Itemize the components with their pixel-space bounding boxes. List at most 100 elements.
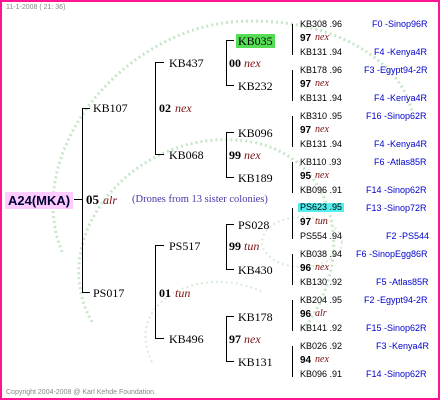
gen4-year: 97 <box>300 33 312 44</box>
connector <box>226 224 227 270</box>
gen4-top-highlighted[interactable]: PS623 .95 <box>298 203 345 212</box>
gen4-bottom[interactable]: KB131 .94 <box>300 140 342 149</box>
gen4-top[interactable]: KB026 .92 <box>300 342 342 351</box>
connector <box>155 62 164 63</box>
gen4-top[interactable]: KB110 .93 <box>300 158 341 167</box>
dam-origin: tun <box>175 286 191 300</box>
connector <box>226 177 234 178</box>
gen4-source: F4 -Kenya4R <box>374 139 428 149</box>
gen4-top[interactable]: KB308 .96 <box>300 20 342 29</box>
connector <box>226 85 234 86</box>
gen2-origin: nex <box>244 332 261 346</box>
gen4-origin: alr <box>315 308 327 319</box>
connector <box>74 199 82 200</box>
gen4-source: F13 -Sinop72R <box>366 203 427 213</box>
gen4-origin: nex <box>315 124 329 135</box>
connector <box>155 245 156 339</box>
gen4-origin: nex <box>315 32 329 43</box>
connector <box>155 245 164 246</box>
gen4-top[interactable]: KB038 .94 <box>300 250 342 259</box>
gen2-year: 99 <box>229 148 241 162</box>
connector <box>292 208 293 239</box>
connector <box>226 269 234 270</box>
gen4-year: 95 <box>300 171 312 182</box>
pedigree-frame: 11-1-2008 ( 21: 36) Copyright 2004-2008 … <box>2 2 438 398</box>
connector <box>226 224 234 225</box>
gen2-year: 99 <box>229 239 241 253</box>
gen2-year: 00 <box>229 56 241 70</box>
gen3-node[interactable]: KB131 <box>238 356 273 368</box>
gen4-source: F4 -Kenya4R <box>374 93 428 103</box>
gen4-bottom[interactable]: KB096 .91 <box>300 186 342 195</box>
gen4-source: F2 -Egypt94-2R <box>364 295 428 305</box>
connector <box>226 132 227 178</box>
gen4-origin: nex <box>315 262 329 273</box>
root-origin: alr <box>103 193 118 207</box>
gen3-node-highlighted[interactable]: KB035 <box>236 34 275 48</box>
gen4-year: 97 <box>300 217 312 228</box>
gen3-node[interactable]: KB189 <box>238 172 273 184</box>
sire-node[interactable]: KB107 <box>93 102 128 114</box>
gen4-bottom[interactable]: PS554 .94 <box>300 232 342 241</box>
gen4-top[interactable]: KB310 .95 <box>300 112 342 121</box>
gen2-node[interactable]: KB496 <box>169 333 204 345</box>
connector <box>226 40 234 41</box>
gen4-bottom[interactable]: KB141 .92 <box>300 324 342 333</box>
gen4-source: F4 -Kenya4R <box>374 47 428 57</box>
gen4-origin: nex <box>315 354 329 365</box>
gen2-node[interactable]: KB437 <box>169 57 204 69</box>
gen4-year: 97 <box>300 125 312 136</box>
dam-node[interactable]: PS017 <box>93 287 124 299</box>
connector <box>155 62 156 155</box>
connector <box>82 108 90 109</box>
gen2-origin: tun <box>244 239 260 253</box>
gen3-node[interactable]: KB096 <box>238 127 273 139</box>
gen4-bottom[interactable]: KB131 .94 <box>300 94 342 103</box>
connector <box>292 24 293 55</box>
gen3-node[interactable]: KB430 <box>238 264 273 276</box>
gen4-source: F14 -Sinop62R <box>366 369 427 379</box>
gen4-source: F14 -Sinop62R <box>366 185 427 195</box>
gen3-node[interactable]: PS028 <box>238 219 269 231</box>
gen4-year: 94 <box>300 355 312 366</box>
connector <box>292 300 293 331</box>
connector <box>226 316 234 317</box>
gen4-top[interactable]: KB178 .96 <box>300 66 342 75</box>
copyright: Copyright 2004-2008 @ Karl Kehde Foundat… <box>6 389 156 396</box>
gen4-origin: tun <box>315 216 328 227</box>
gen4-source: F6 -SinopEgg86R <box>356 249 428 259</box>
gen4-top[interactable]: KB204 .95 <box>300 296 342 305</box>
connector <box>155 338 164 339</box>
gen4-origin: nex <box>315 78 329 89</box>
gen4-origin: nex <box>315 170 329 181</box>
root-year: 05 <box>86 192 99 207</box>
connector <box>292 254 293 285</box>
connector <box>226 361 234 362</box>
gen4-year: 96 <box>300 263 312 274</box>
gen4-source: F3 -Egypt94-2R <box>364 65 428 75</box>
gen2-node[interactable]: PS517 <box>169 240 200 252</box>
gen4-source: F2 -PS544 <box>386 231 430 241</box>
gen4-year: 97 <box>300 79 312 90</box>
connector <box>82 292 90 293</box>
sire-year: 02 <box>159 101 171 115</box>
gen4-bottom[interactable]: KB131 .94 <box>300 48 342 57</box>
gen4-bottom[interactable]: KB130 .92 <box>300 278 342 287</box>
gen2-node[interactable]: KB068 <box>169 149 204 161</box>
drone-note: (Drones from 13 sister colonies) <box>132 194 268 205</box>
dam-year: 01 <box>159 286 171 300</box>
root-queen[interactable]: A24(MKA) <box>5 192 74 209</box>
timestamp: 11-1-2008 ( 21: 36) <box>6 4 66 11</box>
connector <box>226 316 227 362</box>
connector <box>155 154 164 155</box>
gen3-node[interactable]: KB178 <box>238 311 273 323</box>
gen4-source: F16 -Sinop62R <box>366 111 427 121</box>
connector <box>226 132 234 133</box>
gen3-node[interactable]: KB232 <box>238 80 273 92</box>
gen4-year: 96 <box>300 309 312 320</box>
gen4-bottom[interactable]: KB096 .91 <box>300 370 342 379</box>
gen4-source: F15 -Sinop62R <box>366 323 427 333</box>
connector <box>292 70 293 101</box>
connector <box>82 108 83 293</box>
connector <box>292 116 293 147</box>
